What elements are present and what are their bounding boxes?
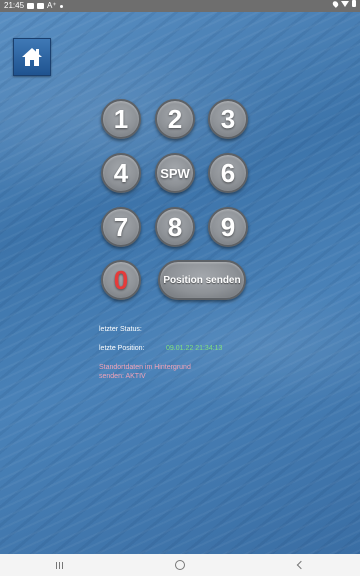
key-7[interactable]: 7 xyxy=(101,207,141,247)
last-position-value: 09.01.22 21:34:13 xyxy=(166,345,223,352)
key-2[interactable]: 2 xyxy=(155,99,195,139)
last-status-label: letzter Status: xyxy=(99,326,142,333)
gallery-icon xyxy=(27,3,35,9)
key-3[interactable]: 3 xyxy=(208,99,248,139)
home-button[interactable] xyxy=(13,38,51,76)
wifi-icon xyxy=(341,0,349,7)
dot-icon xyxy=(59,4,63,8)
status-time: 21:45 xyxy=(4,1,25,10)
navigation-bar xyxy=(0,554,360,576)
key-0[interactable]: 0 xyxy=(101,260,141,300)
last-position-label: letzte Position: xyxy=(99,345,145,352)
key-spw[interactable]: SPW xyxy=(155,153,195,193)
background-location-note: Standortdaten im Hintergrund senden: AKT… xyxy=(99,364,191,380)
home-nav-button[interactable] xyxy=(175,560,186,570)
key-1[interactable]: 1 xyxy=(101,99,141,139)
status-label: A⁺ xyxy=(47,1,57,10)
key-8[interactable]: 8 xyxy=(155,207,195,247)
send-position-button[interactable]: Position senden xyxy=(158,260,246,300)
status-bar: 21:45 A⁺ xyxy=(0,0,360,12)
back-button[interactable] xyxy=(296,560,306,570)
home-icon xyxy=(22,48,42,66)
battery-icon xyxy=(352,0,356,7)
location-icon xyxy=(331,0,340,8)
notification-icon xyxy=(37,3,45,9)
key-6[interactable]: 6 xyxy=(208,153,248,193)
key-9[interactable]: 9 xyxy=(208,207,248,247)
key-4[interactable]: 4 xyxy=(101,153,141,193)
recents-button[interactable] xyxy=(56,561,64,569)
